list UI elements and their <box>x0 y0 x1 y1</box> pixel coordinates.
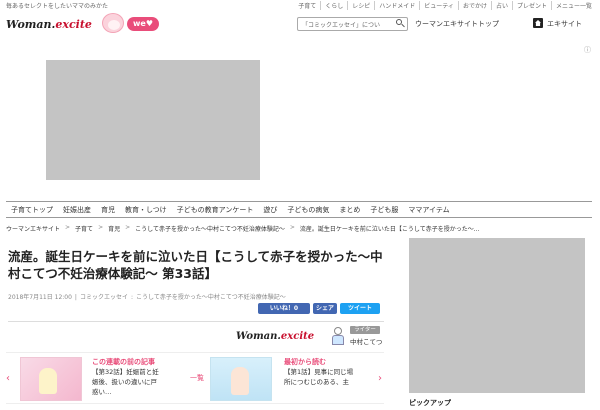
category-nav-item[interactable]: 子育てトップ <box>6 205 58 215</box>
top-nav-item[interactable]: ハンドメイド <box>374 1 419 10</box>
site-header: Woman.excite we♥ ウーマンエキサイトトップ エキサイト <box>0 11 600 37</box>
category-nav-item[interactable]: 遊び <box>258 205 282 215</box>
logo-excite-text: excite <box>55 18 92 31</box>
first-article-heading: 最初から読む <box>284 358 326 366</box>
woman-excite-top-link[interactable]: ウーマンエキサイトトップ <box>415 19 499 29</box>
chevron-right-icon[interactable]: › <box>378 373 382 384</box>
tweet-button[interactable]: ツイート <box>340 303 380 314</box>
category-nav-item[interactable]: 育児 <box>96 205 120 215</box>
author-name[interactable]: 中村こてつ <box>350 336 382 346</box>
breadcrumb-item[interactable]: 育児 <box>108 224 120 235</box>
breadcrumb-item[interactable]: 子育て <box>75 224 93 235</box>
breadcrumb-separator: > <box>98 224 104 231</box>
top-nav-item[interactable]: おでかけ <box>457 1 491 10</box>
brand-main-text: Woman. <box>236 331 281 342</box>
category-nav-item[interactable]: 子どもの教育アンケート <box>172 205 259 215</box>
share-buttons: いいね！0 シェア ツイート <box>258 303 380 314</box>
category-nav-item[interactable]: まとめ <box>334 205 365 215</box>
breadcrumb-separator: > <box>65 224 71 231</box>
breadcrumb-item[interactable]: ウーマンエキサイト <box>6 224 60 235</box>
facebook-like-button[interactable]: いいね！0 <box>258 303 310 314</box>
logo-main-text: Woman. <box>6 18 56 31</box>
facebook-share-button[interactable]: シェア <box>313 303 337 314</box>
article-series[interactable]: こうして赤子を授かった〜中村こてつ不妊治療体験記〜 <box>136 294 286 301</box>
divider <box>8 321 384 322</box>
series-list-link[interactable]: 一覧 <box>190 373 204 383</box>
pickup-heading: ピックアップ <box>409 399 451 407</box>
top-nav-item[interactable]: プレゼント <box>511 1 551 10</box>
brand-excite-text: excite <box>280 331 315 342</box>
brand-logo: Woman.excite <box>236 331 314 342</box>
site-logo[interactable]: Woman.excite <box>6 18 92 31</box>
breadcrumb: ウーマンエキサイト > 子育て > 育児 > こうして赤子を授かった〜中村こてつ不妊治… <box>6 224 592 235</box>
first-article-thumbnail[interactable] <box>210 357 272 401</box>
category-nav-item[interactable]: 子ども服 <box>365 205 403 215</box>
category-nav-item[interactable]: 妊娠出産 <box>58 205 96 215</box>
prev-article-thumbnail[interactable] <box>20 357 82 401</box>
category-nav-item[interactable]: 子どもの病気 <box>282 205 334 215</box>
ad-info-icon[interactable]: ⓘ <box>584 45 591 55</box>
excite-link[interactable]: エキサイト <box>547 19 582 29</box>
category-nav-item[interactable]: 教育・しつけ <box>120 205 172 215</box>
category-nav: 子育てトップ 妊娠出産 育児 教育・しつけ 子どもの教育アンケート 遊び 子ども… <box>6 201 592 218</box>
breadcrumb-separator: > <box>125 224 131 231</box>
breadcrumb-separator: > <box>289 224 295 231</box>
home-icon[interactable] <box>533 18 543 28</box>
search-input[interactable] <box>298 18 393 30</box>
prev-article-link[interactable]: 【第32話】妊娠前と妊娠後、扱いの違いに戸惑い… <box>92 367 162 397</box>
mascot-icon[interactable] <box>102 13 124 33</box>
series-navigation: ‹ この連載の前の記事 【第32話】妊娠前と妊娠後、扱いの違いに戸惑い… 一覧 … <box>6 352 384 404</box>
author-avatar[interactable] <box>330 326 346 346</box>
top-nav: 子育て くらし レシピ ハンドメイド ビューティ おでかけ 占い プレゼント メ… <box>294 1 596 10</box>
top-utility-bar: 毎あるセレクトをしたいママのみかた 子育て くらし レシピ ハンドメイド ビュー… <box>0 0 600 11</box>
article-meta: 2018年7月11日 12:00 | コミックエッセイ: こうして赤子を授かった〜中村… <box>8 294 286 301</box>
top-ad-placeholder[interactable] <box>46 60 260 180</box>
article-title: 流産。誕生日ケーキを前に泣いた日【こうして赤子を授かった〜中村こてつ不妊治療体験… <box>8 249 383 281</box>
search-box[interactable] <box>297 17 408 31</box>
top-nav-item[interactable]: 占い <box>490 1 512 10</box>
writer-badge: ライター <box>350 326 380 334</box>
top-nav-item[interactable]: メニュー一覧 <box>550 1 596 10</box>
article-date: 2018年7月11日 12:00 <box>8 294 72 301</box>
sidebar-ad-placeholder[interactable] <box>409 238 585 393</box>
prev-article-heading: この連載の前の記事 <box>92 358 155 366</box>
article-category[interactable]: コミックエッセイ <box>80 294 128 301</box>
we-logo[interactable]: we♥ <box>127 17 159 31</box>
top-nav-item[interactable]: 子育て <box>294 1 320 10</box>
breadcrumb-current: 流産。誕生日ケーキを前に泣いた日【こうして赤子を授かった〜... <box>299 226 480 233</box>
first-article-link[interactable]: 【第1話】見事に同じ場所につむじのある、主 <box>284 367 354 387</box>
breadcrumb-item[interactable]: こうして赤子を授かった〜中村こてつ不妊治療体験記〜 <box>135 224 285 235</box>
top-nav-item[interactable]: ビューティ <box>419 1 458 10</box>
site-tagline: 毎あるセレクトをしたいママのみかた <box>6 3 109 10</box>
top-nav-item[interactable]: レシピ <box>347 1 374 10</box>
category-nav-item[interactable]: ママアイテム <box>403 205 454 215</box>
top-nav-item[interactable]: くらし <box>320 1 347 10</box>
search-icon[interactable] <box>396 19 405 28</box>
chevron-left-icon[interactable]: ‹ <box>6 373 10 384</box>
mascot-face <box>108 20 120 30</box>
